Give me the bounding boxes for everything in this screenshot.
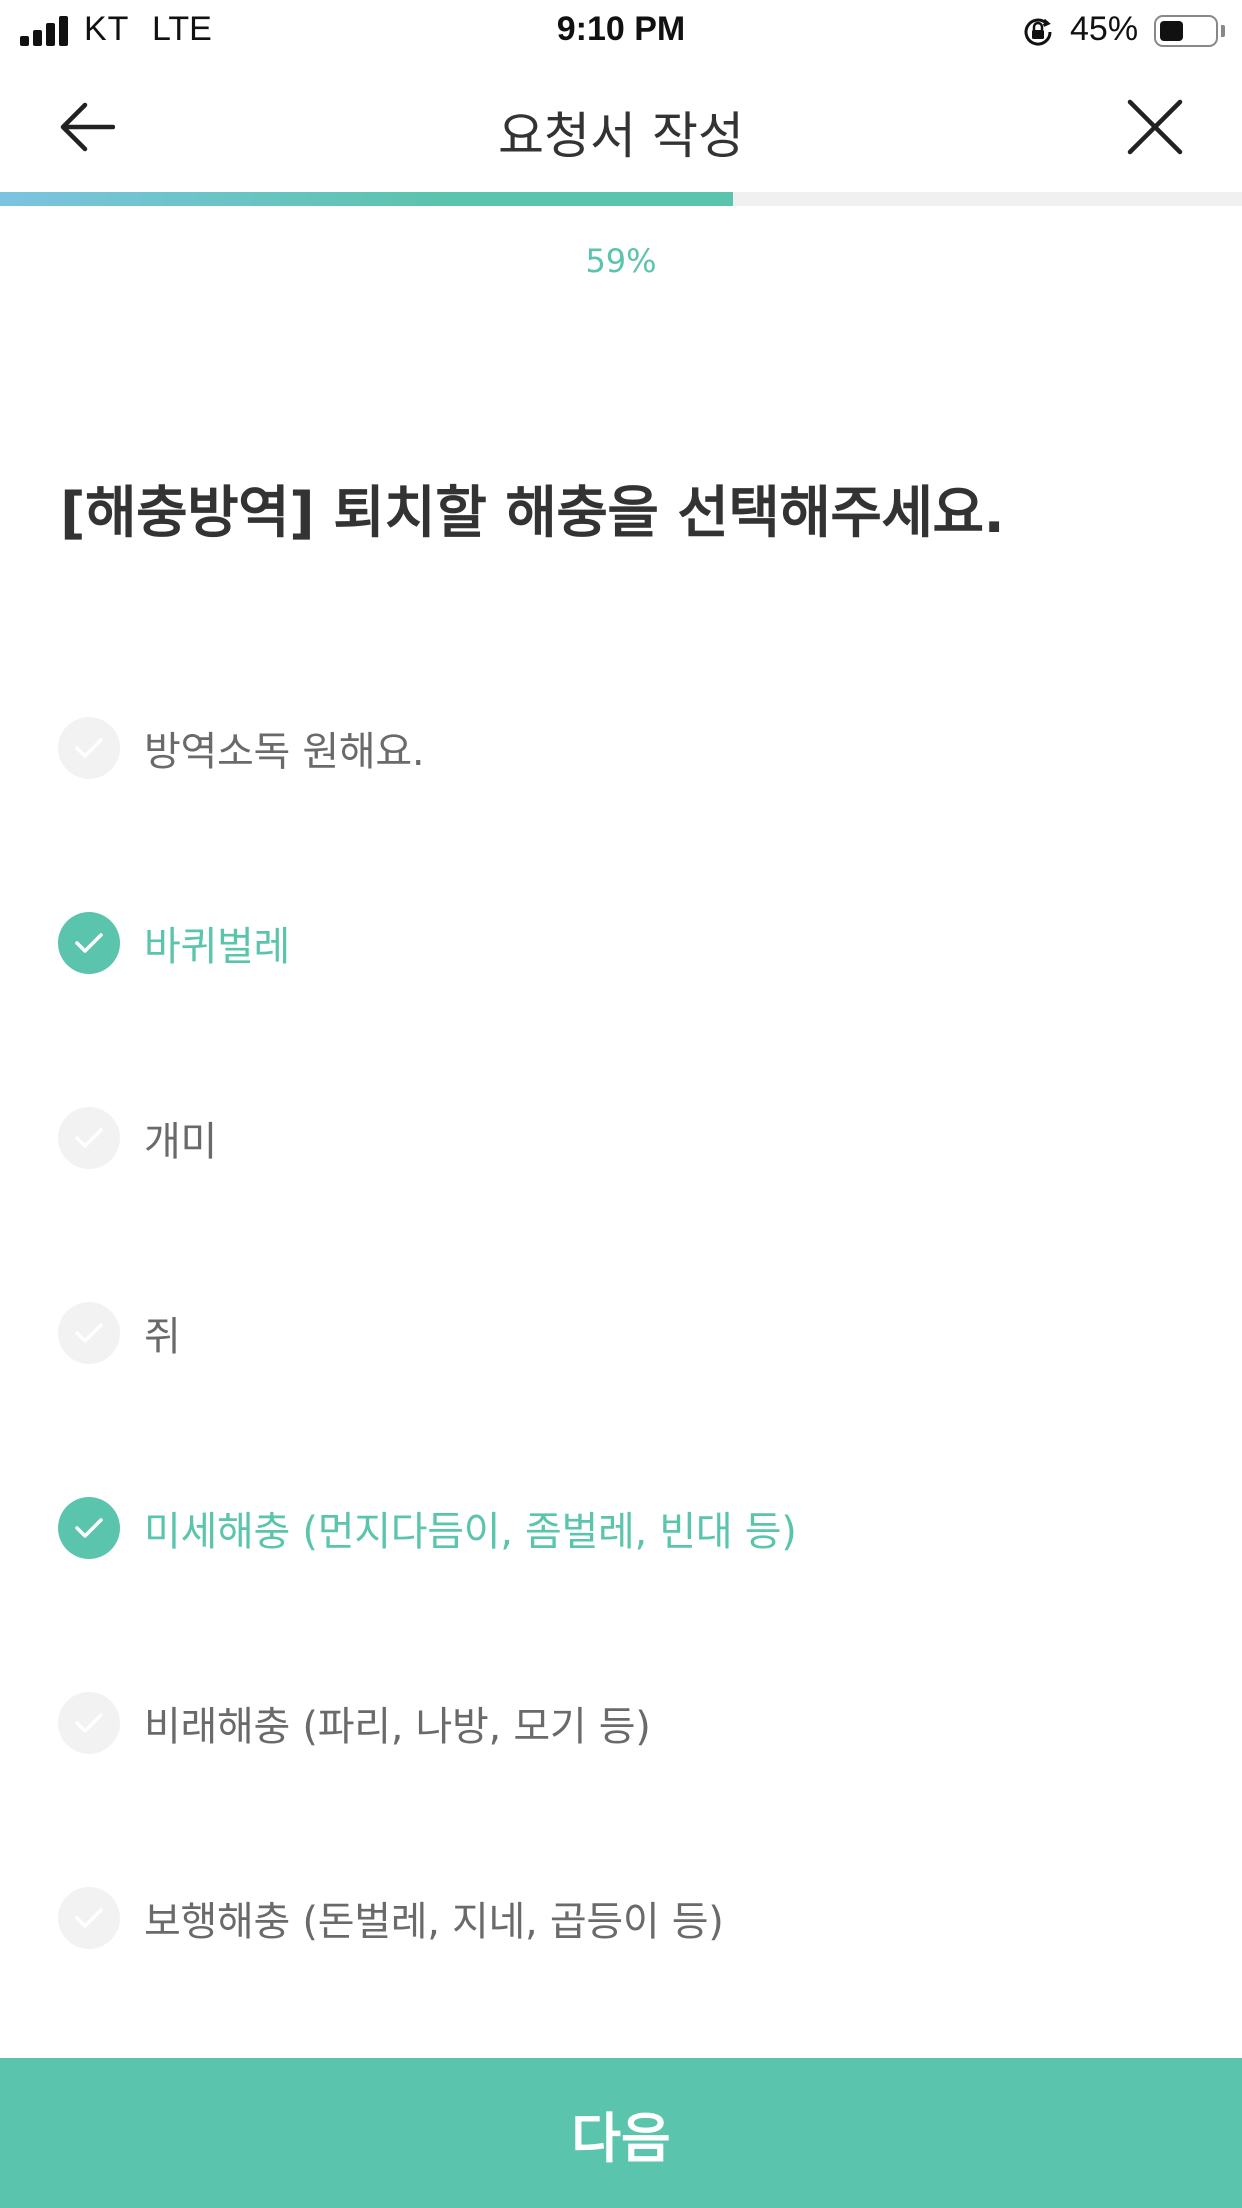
close-button[interactable] [1120,92,1190,162]
check-icon [58,1886,120,1949]
check-icon [58,911,120,974]
checkmark-icon [75,1517,103,1538]
option-list: 방역소독 원해요. 바퀴벌레개미쥐미세해충 (먼지다듬이, 좀벌레, 빈대 등) 비… [58,688,1188,2015]
option-item[interactable]: 개미 [58,1040,1188,1235]
nav-bar: 요청서 작성 [0,62,1242,192]
option-label: 비래해충 (파리, 나방, 모기 등) [144,1703,651,1750]
checkmark-icon [75,737,103,758]
check-icon [58,716,120,779]
check-icon [58,1691,120,1754]
option-label: 쥐 [144,1313,181,1360]
check-icon [58,1496,120,1559]
check-icon [58,1301,120,1364]
next-button-label: 다음 [571,2108,671,2169]
progress-bar [0,192,1242,206]
option-item[interactable]: 미세해충 (먼지다듬이, 좀벌레, 빈대 등) [58,1430,1188,1625]
close-icon [1127,99,1183,155]
battery-level [1160,21,1184,41]
next-button[interactable]: 다음 [0,2058,1242,2208]
option-item[interactable]: 방역소독 원해요. [58,650,1188,845]
option-item[interactable]: 바퀴벌레 [58,845,1188,1040]
battery-tip [1221,25,1225,37]
option-item[interactable]: 쥐 [58,1235,1188,1430]
question-heading: [해충방역] 퇴치할 해충을 선택해주세요. [60,481,1005,546]
checkmark-icon [75,932,103,953]
battery-percent: 45% [1070,10,1139,48]
option-label: 개미 [144,1118,217,1165]
progress-fill [0,192,733,206]
checkmark-icon [75,1907,103,1928]
page-title: 요청서 작성 [498,107,744,165]
progress-label: 59% [585,242,657,280]
checkmark-icon [75,1127,103,1148]
option-label: 미세해충 (먼지다듬이, 좀벌레, 빈대 등) [144,1508,797,1555]
status-bar: KT LTE 9:10 PM 45% [0,0,1242,62]
checkmark-icon [75,1712,103,1733]
option-label: 바퀴벌레 [144,923,290,970]
checkmark-icon [75,1322,103,1343]
battery-icon [1154,15,1218,47]
option-item[interactable]: 비래해충 (파리, 나방, 모기 등) [58,1625,1188,1820]
option-label: 보행해충 (돈벌레, 지네, 곱등이 등) [144,1898,724,1945]
rotation-lock-icon [1024,18,1052,46]
option-item[interactable]: 보행해충 (돈벌레, 지네, 곱등이 등) [58,1820,1188,2015]
check-icon [58,1106,120,1169]
option-label: 방역소독 원해요. [144,728,425,775]
